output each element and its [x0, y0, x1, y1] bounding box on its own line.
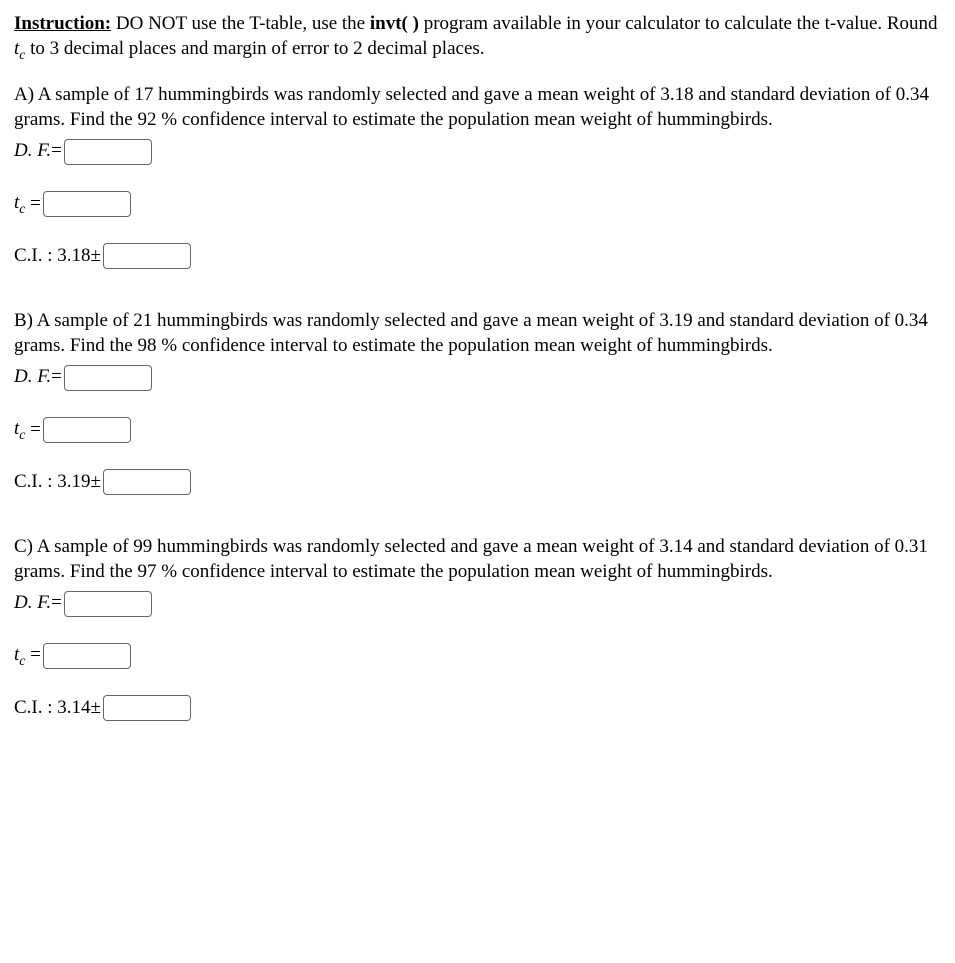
tc-label: tc	[14, 417, 25, 444]
problem-letter: C)	[14, 536, 33, 557]
problem-text: A sample of 21 hummingbirds was randomly…	[14, 310, 928, 356]
ci-input-c[interactable]	[103, 695, 191, 721]
ci-row-a: C.I. : 3.18±	[14, 243, 941, 269]
df-input-c[interactable]	[64, 591, 152, 617]
ci-label: C.I. : 3.19±	[14, 470, 101, 495]
problem-letter: A)	[14, 84, 34, 105]
tc-input-c[interactable]	[43, 643, 131, 669]
tc-symbol: tc	[14, 38, 25, 59]
ci-label: C.I. : 3.18±	[14, 244, 101, 269]
problem-text: A sample of 99 hummingbirds was randomly…	[14, 536, 928, 582]
problem-b: B) A sample of 21 hummingbirds was rando…	[14, 309, 941, 495]
instruction-label: Instruction:	[14, 13, 111, 34]
tc-label: tc	[14, 643, 25, 670]
eq-sign: =	[51, 139, 62, 164]
instruction-text-2: program available in your calculator to …	[419, 13, 938, 34]
problem-b-prompt: B) A sample of 21 hummingbirds was rando…	[14, 309, 941, 358]
problem-letter: B)	[14, 310, 33, 331]
problem-text: A sample of 17 hummingbirds was randomly…	[14, 84, 929, 130]
eq-sign: =	[51, 365, 62, 390]
df-row-c: D. F.=	[14, 591, 941, 617]
df-row-a: D. F.=	[14, 139, 941, 165]
problem-c: C) A sample of 99 hummingbirds was rando…	[14, 535, 941, 721]
df-label: D. F.	[14, 139, 51, 164]
tc-input-a[interactable]	[43, 191, 131, 217]
ci-row-c: C.I. : 3.14±	[14, 695, 941, 721]
ci-input-b[interactable]	[103, 469, 191, 495]
df-label: D. F.	[14, 591, 51, 616]
tc-row-b: tc =	[14, 417, 941, 444]
problem-c-prompt: C) A sample of 99 hummingbirds was rando…	[14, 535, 941, 584]
eq-sign: =	[30, 643, 41, 668]
problem-a: A) A sample of 17 hummingbirds was rando…	[14, 83, 941, 269]
df-input-b[interactable]	[64, 365, 152, 391]
ci-label: C.I. : 3.14±	[14, 696, 101, 721]
df-label: D. F.	[14, 365, 51, 390]
problem-a-prompt: A) A sample of 17 hummingbirds was rando…	[14, 83, 941, 132]
instruction-block: Instruction: DO NOT use the T-table, use…	[14, 12, 941, 63]
eq-sign: =	[51, 591, 62, 616]
tc-row-a: tc =	[14, 191, 941, 218]
eq-sign: =	[30, 418, 41, 443]
instruction-text-3: to 3 decimal places and margin of error …	[25, 38, 484, 59]
ci-input-a[interactable]	[103, 243, 191, 269]
df-row-b: D. F.=	[14, 365, 941, 391]
invt-keyword: invt( )	[370, 13, 419, 34]
ci-row-b: C.I. : 3.19±	[14, 469, 941, 495]
instruction-text-1: DO NOT use the T-table, use the	[111, 13, 370, 34]
tc-row-c: tc =	[14, 643, 941, 670]
tc-input-b[interactable]	[43, 417, 131, 443]
eq-sign: =	[30, 192, 41, 217]
tc-label: tc	[14, 191, 25, 218]
df-input-a[interactable]	[64, 139, 152, 165]
